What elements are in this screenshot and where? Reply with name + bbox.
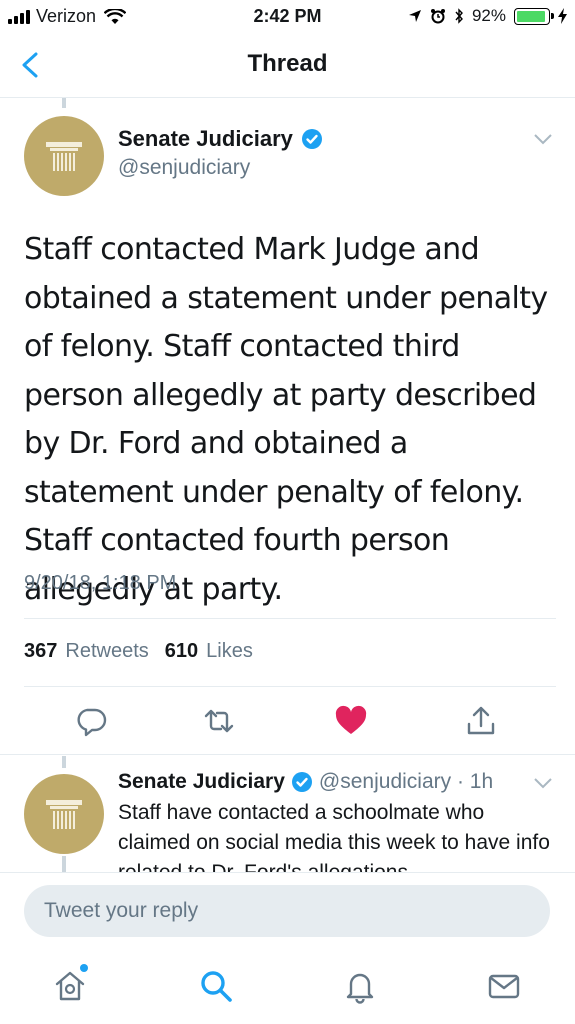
reply-button[interactable] bbox=[74, 704, 108, 738]
reply-header: Senate Judiciary @senjudiciary · 1h bbox=[118, 770, 493, 794]
notifications-icon bbox=[346, 973, 374, 1004]
page-title: Thread bbox=[247, 50, 328, 77]
reply-author-name[interactable]: Senate Judiciary bbox=[118, 770, 285, 794]
tab-notifications[interactable] bbox=[342, 968, 378, 1004]
verified-icon bbox=[291, 772, 312, 792]
chevron-down-icon bbox=[534, 778, 552, 789]
verified-icon bbox=[301, 129, 322, 149]
divider bbox=[0, 754, 575, 755]
divider bbox=[24, 618, 556, 619]
avatar[interactable] bbox=[24, 116, 104, 196]
action-bar bbox=[0, 690, 575, 750]
reply-text: Staff have contacted a schoolmate who cl… bbox=[118, 801, 550, 872]
column-logo-icon bbox=[46, 142, 82, 171]
thread-line bbox=[62, 98, 66, 108]
tweet-text: Staff contacted Mark Judge and obtained … bbox=[24, 232, 548, 607]
thread-line bbox=[62, 856, 66, 872]
battery-percent: 92% bbox=[471, 6, 506, 25]
reply-icon bbox=[77, 708, 107, 737]
chevron-down-icon bbox=[534, 134, 552, 145]
retweets-count[interactable]: 367 bbox=[24, 640, 57, 663]
column-logo-icon bbox=[46, 800, 82, 829]
location-icon bbox=[408, 10, 421, 22]
tab-bar bbox=[0, 952, 575, 1024]
share-button[interactable] bbox=[464, 704, 498, 738]
reply-composer bbox=[0, 872, 575, 952]
status-bar: Verizon 2:42 PM 92% bbox=[0, 0, 575, 34]
more-options-button[interactable] bbox=[533, 776, 553, 794]
author-name-text: Senate Judiciary bbox=[118, 126, 293, 151]
retweets-label[interactable]: Retweets bbox=[65, 640, 148, 663]
reply-input[interactable] bbox=[24, 885, 550, 937]
alarm-icon bbox=[430, 9, 445, 24]
reply-meta[interactable]: @senjudiciary · 1h bbox=[319, 770, 493, 794]
messages-icon bbox=[488, 974, 520, 999]
nav-bar: Thread bbox=[0, 34, 575, 98]
tweet-stats: 367 Retweets 610 Likes bbox=[24, 640, 261, 663]
retweet-button[interactable] bbox=[202, 704, 236, 738]
reply-tweet[interactable]: Senate Judiciary @senjudiciary · 1h Staf… bbox=[0, 756, 575, 872]
retweet-icon bbox=[204, 709, 234, 733]
more-options-button[interactable] bbox=[533, 132, 553, 150]
tab-messages[interactable] bbox=[486, 968, 522, 1004]
status-right: 92% bbox=[408, 6, 567, 26]
share-icon bbox=[467, 706, 495, 735]
likes-count[interactable]: 610 bbox=[165, 640, 198, 663]
battery-icon bbox=[514, 7, 554, 25]
likes-label[interactable]: Likes bbox=[206, 640, 253, 663]
divider bbox=[24, 686, 556, 687]
notification-dot bbox=[80, 964, 88, 972]
like-button[interactable] bbox=[334, 704, 368, 738]
bluetooth-icon bbox=[455, 8, 463, 24]
author-name[interactable]: Senate Judiciary bbox=[118, 126, 323, 152]
heart-filled-icon bbox=[335, 705, 367, 734]
home-icon bbox=[55, 971, 85, 1001]
search-icon bbox=[201, 971, 232, 1002]
avatar[interactable] bbox=[24, 774, 104, 854]
tab-search[interactable] bbox=[198, 968, 234, 1004]
tab-home[interactable] bbox=[52, 968, 88, 1004]
tweet-timestamp: 9/20/18, 1:18 PM bbox=[24, 572, 177, 594]
author-handle[interactable]: @senjudiciary bbox=[118, 156, 250, 180]
charging-icon bbox=[558, 8, 567, 24]
thread-line bbox=[62, 756, 66, 768]
